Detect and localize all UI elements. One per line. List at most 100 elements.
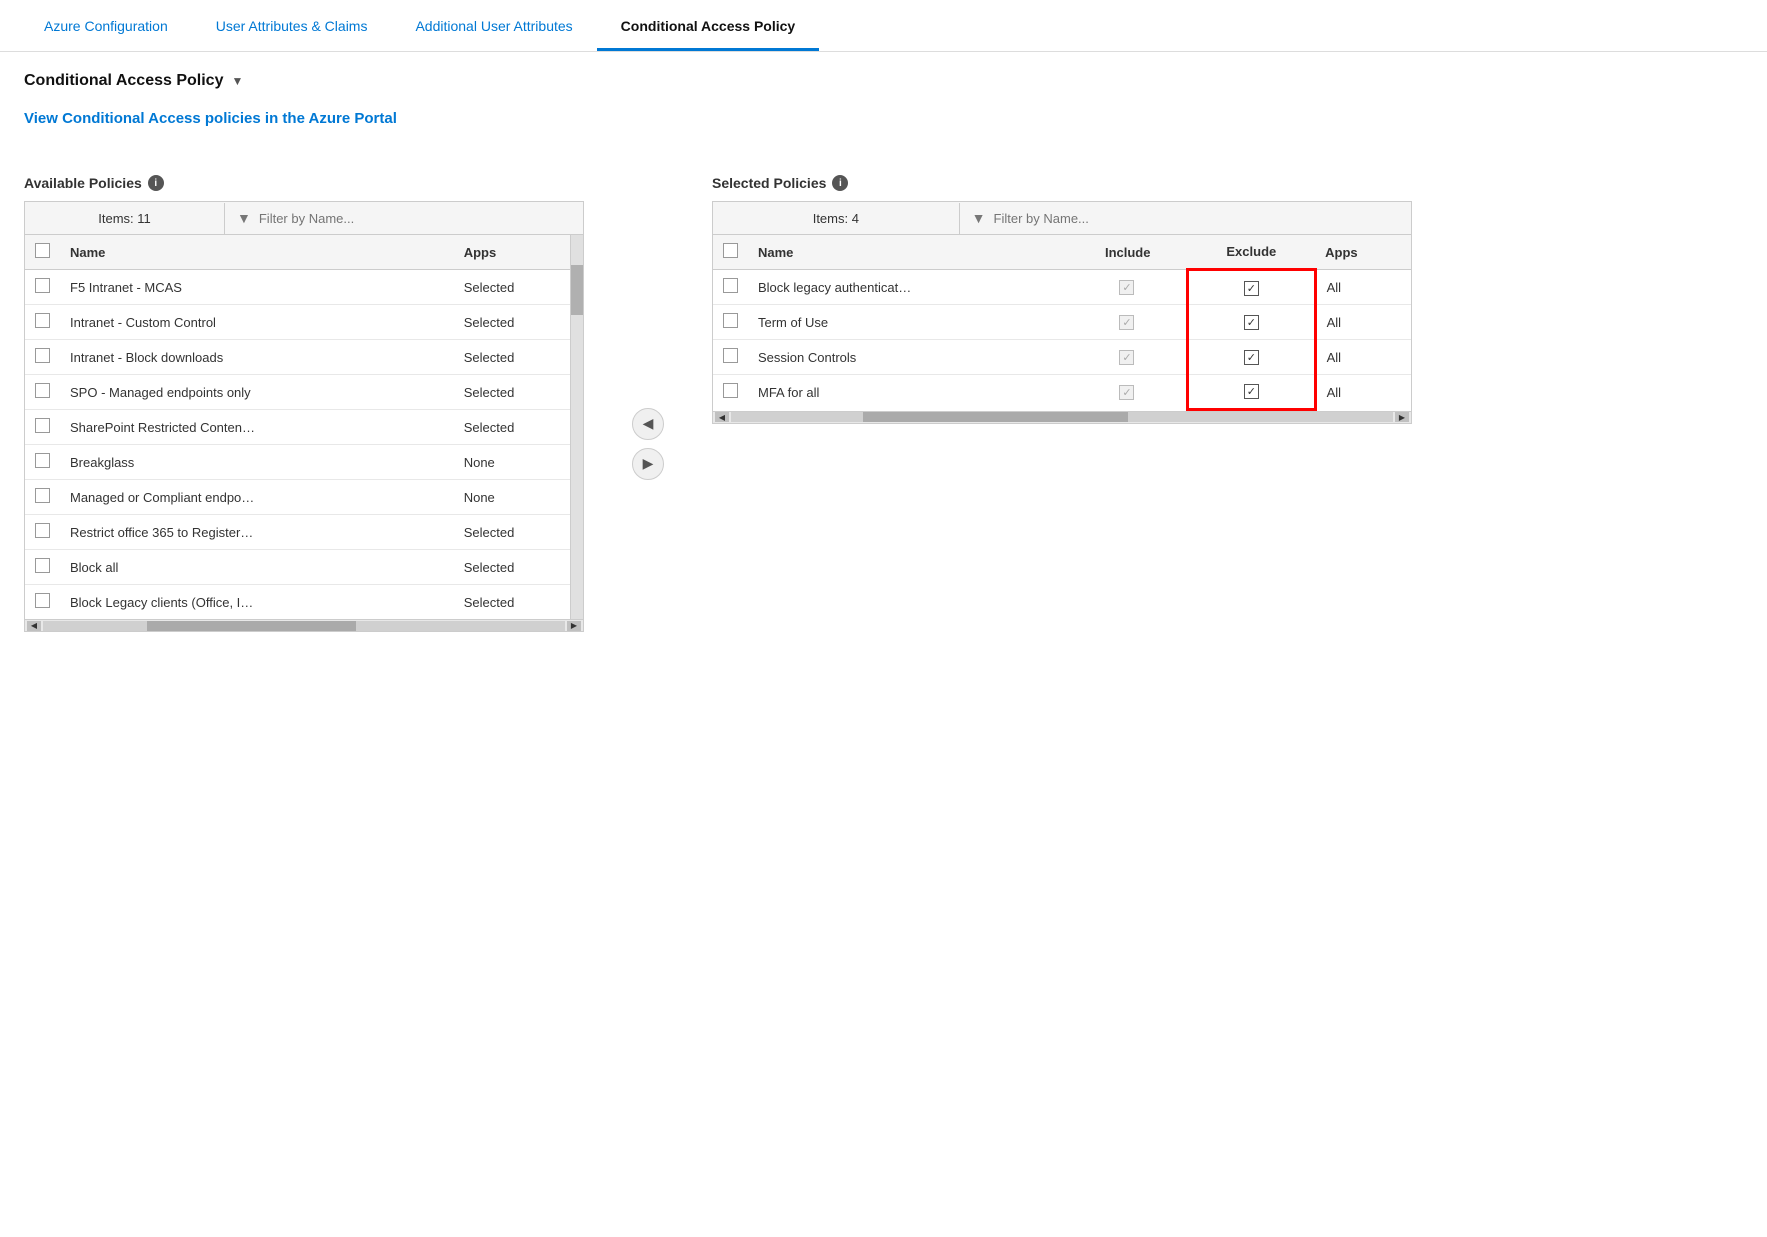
row-name-cell: SharePoint Restricted Conten… [60,410,454,445]
available-header-apps: Apps [454,235,583,270]
row-checkbox-cell [25,480,60,515]
available-table-row: Managed or Compliant endpo… None [25,480,583,515]
row-checkbox[interactable] [35,488,50,503]
row-apps-cell: Selected [454,550,583,585]
page-content: Conditional Access Policy ▼ View Conditi… [0,52,1767,652]
nav-conditional-access[interactable]: Conditional Access Policy [597,0,820,51]
row-checkbox-cell [25,410,60,445]
row-name-cell: SPO - Managed endpoints only [60,375,454,410]
include-checkbox[interactable] [1119,280,1134,295]
row-checkbox-cell [25,550,60,585]
selected-row-name-cell: MFA for all [748,375,1068,410]
selected-row-exclude-cell [1188,305,1316,340]
available-table-scroll-container: Name Apps F5 Intranet - MCAS Selected In… [25,235,583,619]
available-table-row: F5 Intranet - MCAS Selected [25,270,583,305]
selected-row-name-cell: Session Controls [748,340,1068,375]
selected-policies-toolbar: Items: 4 ▼ [713,202,1411,235]
selected-row-include-cell [1068,340,1188,375]
available-policies-title: Available Policies i [24,175,584,191]
transfer-left-button[interactable]: ◀ [632,408,664,440]
selected-filter-icon: ▼ [972,210,986,226]
available-vertical-scrollbar[interactable] [570,235,583,619]
selected-row-checkbox-cell [713,375,748,410]
row-checkbox[interactable] [35,558,50,573]
row-apps-cell: None [454,480,583,515]
selected-table-row: Term of Use All [713,305,1411,340]
azure-portal-link[interactable]: View Conditional Access policies in the … [24,110,397,127]
exclude-checkbox[interactable] [1244,315,1259,330]
available-policies-toolbar: Items: 11 ▼ [25,202,583,235]
row-name-cell: Block Legacy clients (Office, I… [60,585,454,620]
select-all-checkbox[interactable] [35,243,50,258]
selected-policies-title: Selected Policies i [712,175,1412,191]
available-header-checkbox [25,235,60,270]
available-policies-panel: Available Policies i Items: 11 ▼ [24,175,584,632]
row-apps-cell: Selected [454,340,583,375]
selected-table-row: Session Controls All [713,340,1411,375]
row-checkbox[interactable] [35,523,50,538]
available-scroll-thumb-h [147,621,356,631]
selected-header-name: Name [748,235,1068,270]
available-horizontal-scrollbar: ◀ ▶ [25,619,583,631]
row-checkbox[interactable] [35,453,50,468]
available-scroll-thumb [571,265,583,315]
selected-row-checkbox[interactable] [723,313,738,328]
include-checkbox[interactable] [1119,315,1134,330]
selected-header-checkbox [713,235,748,270]
available-policies-table-wrapper: Items: 11 ▼ Name [24,201,584,632]
selected-header-include: Include [1068,235,1188,270]
nav-user-attributes[interactable]: User Attributes & Claims [192,0,392,51]
selected-row-checkbox[interactable] [723,348,738,363]
row-checkbox[interactable] [35,313,50,328]
selected-row-apps-cell: All [1315,375,1411,410]
selected-scroll-track [731,412,1393,422]
row-checkbox[interactable] [35,593,50,608]
row-apps-cell: Selected [454,270,583,305]
row-checkbox[interactable] [35,383,50,398]
nav-additional-user-attributes[interactable]: Additional User Attributes [391,0,596,51]
top-navigation: Azure Configuration User Attributes & Cl… [0,0,1767,52]
row-checkbox-cell [25,515,60,550]
selected-policies-table: Name Include Exclude Apps Block legacy a… [713,235,1411,411]
selected-table-row: MFA for all All [713,375,1411,410]
row-apps-cell: None [454,445,583,480]
selected-filter-area: ▼ [960,202,1411,234]
dropdown-arrow-icon[interactable]: ▼ [231,74,243,88]
row-apps-cell: Selected [454,305,583,340]
selected-scroll-left-arrow[interactable]: ◀ [715,412,729,422]
available-scroll-left-arrow[interactable]: ◀ [27,621,41,631]
row-checkbox[interactable] [35,418,50,433]
selected-filter-input[interactable] [994,211,1399,226]
row-checkbox-cell [25,305,60,340]
selected-policies-table-wrapper: Items: 4 ▼ Name [712,201,1412,424]
transfer-right-button[interactable]: ▶ [632,448,664,480]
selected-row-checkbox[interactable] [723,278,738,293]
row-checkbox[interactable] [35,348,50,363]
selected-row-checkbox[interactable] [723,383,738,398]
row-apps-cell: Selected [454,410,583,445]
include-checkbox[interactable] [1119,385,1134,400]
exclude-checkbox[interactable] [1244,350,1259,365]
available-header-name: Name [60,235,454,270]
selected-scroll-right-arrow[interactable]: ▶ [1395,412,1409,422]
available-table-row: Breakglass None [25,445,583,480]
row-checkbox[interactable] [35,278,50,293]
selected-header-exclude: Exclude [1188,235,1316,270]
selected-policies-info-icon: i [832,175,848,191]
nav-azure-config[interactable]: Azure Configuration [20,0,192,51]
available-filter-input[interactable] [259,211,571,226]
available-policies-info-icon: i [148,175,164,191]
selected-row-checkbox-cell [713,305,748,340]
available-filter-area: ▼ [225,202,583,234]
section-title-row: Conditional Access Policy ▼ [24,72,1743,90]
available-table-row: SharePoint Restricted Conten… Selected [25,410,583,445]
exclude-checkbox[interactable] [1244,281,1259,296]
selected-row-name-cell: Block legacy authenticat… [748,270,1068,305]
selected-row-checkbox-cell [713,340,748,375]
include-checkbox[interactable] [1119,350,1134,365]
available-scroll-right-arrow[interactable]: ▶ [567,621,581,631]
available-scroll-track [43,621,565,631]
exclude-checkbox[interactable] [1244,384,1259,399]
available-table-row: Restrict office 365 to Register… Selecte… [25,515,583,550]
select-all-selected-checkbox[interactable] [723,243,738,258]
